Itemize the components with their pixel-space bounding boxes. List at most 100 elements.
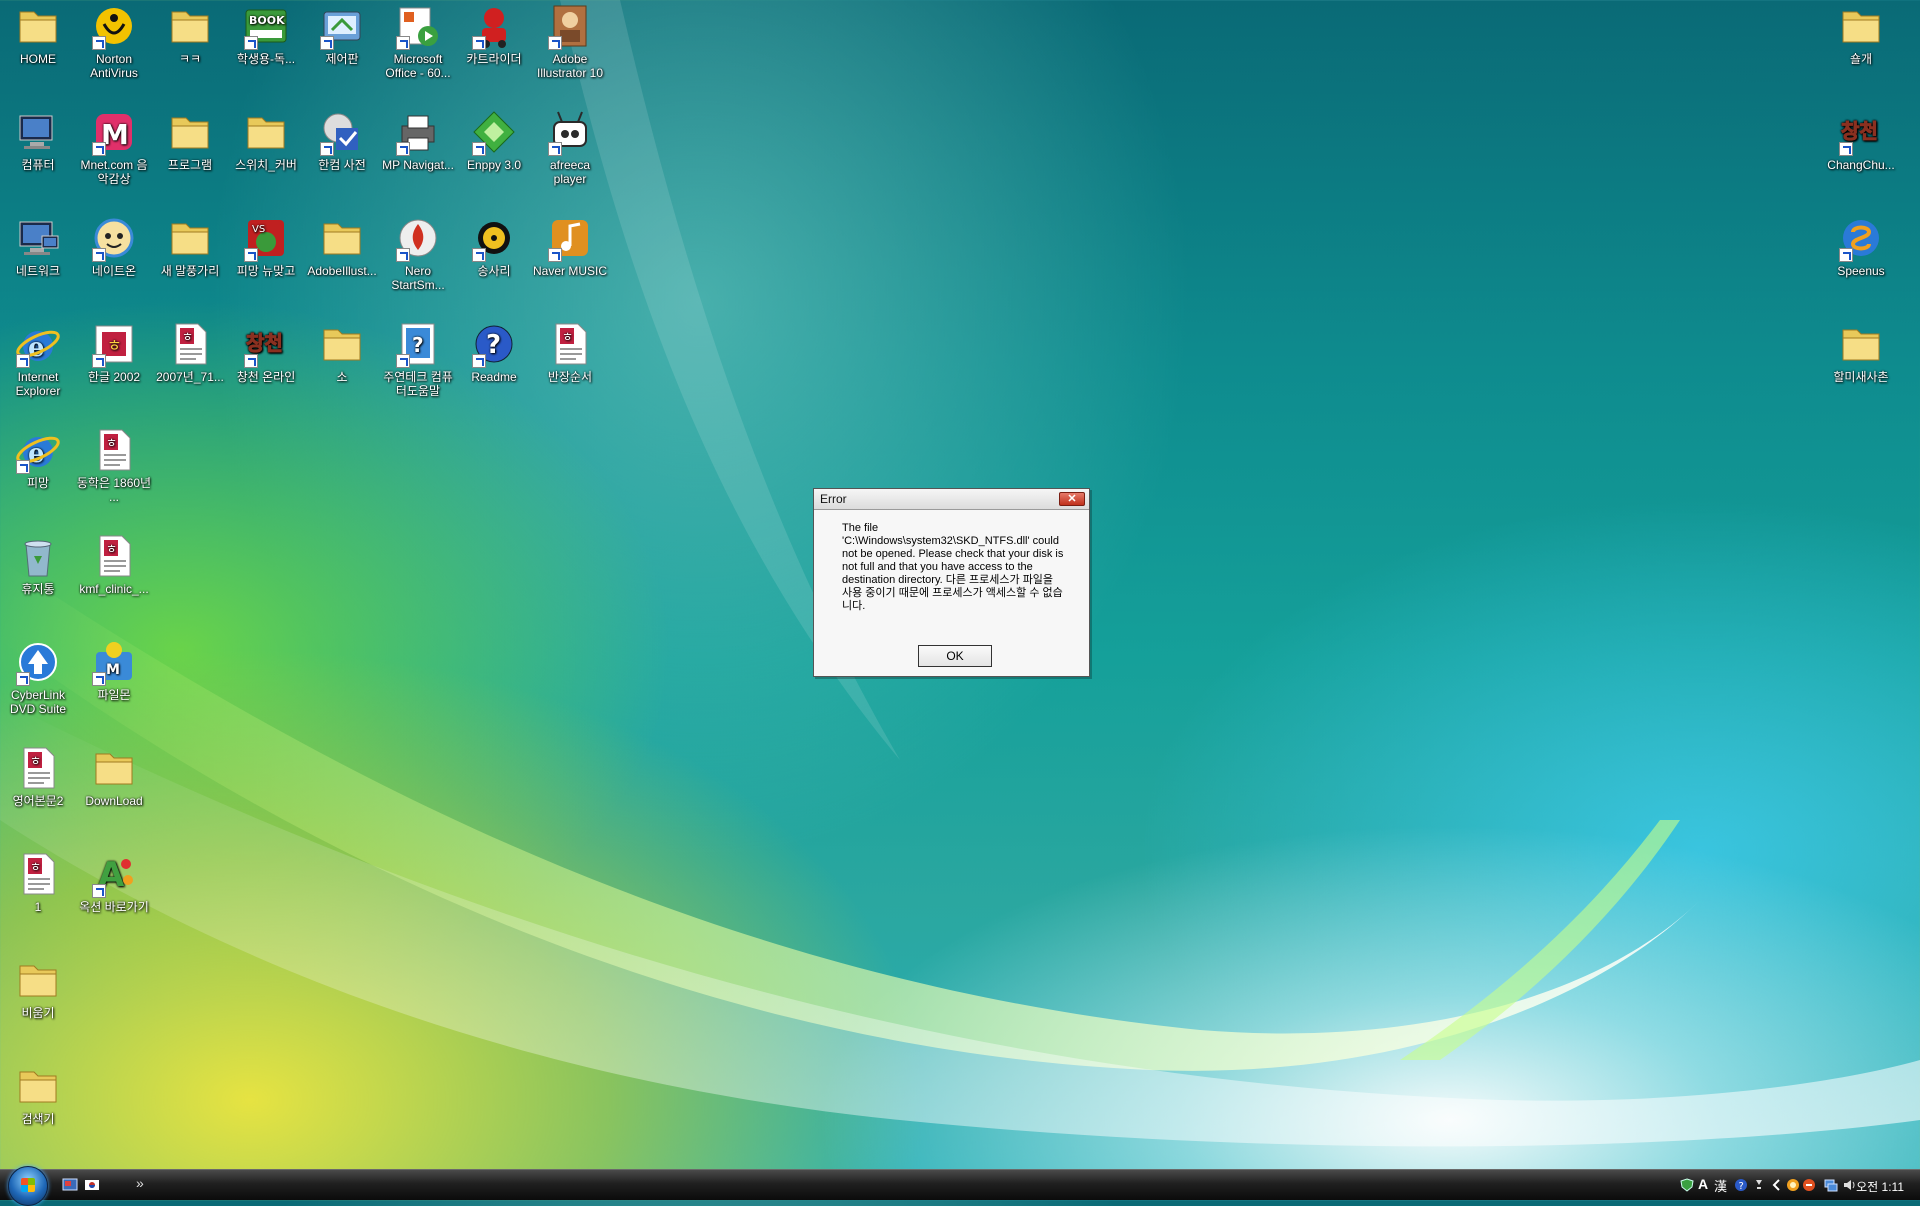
hanja-indicator[interactable]: 漢 bbox=[1714, 1176, 1728, 1194]
desktop-icon-label: ㅋㅋ bbox=[178, 52, 202, 66]
desktop-icon[interactable]: M Mnet.com 음악감상 bbox=[76, 108, 152, 186]
desktop-icon-label: 카트라이더 bbox=[466, 52, 522, 66]
hwp-document-icon: ㅎ bbox=[14, 850, 62, 898]
desktop-icon[interactable]: ㅎ 한글 2002 bbox=[76, 320, 152, 384]
desktop-icon[interactable]: 휴지통 bbox=[0, 532, 76, 596]
nateon-icon bbox=[90, 214, 138, 262]
filemon-icon: M bbox=[90, 638, 138, 686]
desktop-icon[interactable]: CyberLink DVD Suite bbox=[0, 638, 76, 716]
desktop-icon[interactable]: ㅎ 영어본문2 bbox=[0, 744, 76, 808]
help-icon[interactable]: ? bbox=[1734, 1178, 1748, 1192]
desktop-icon[interactable]: 카트라이더 bbox=[456, 2, 532, 66]
desktop-icon-label: CyberLink DVD Suite bbox=[9, 688, 67, 716]
desktop-icon[interactable]: ㅎ 반장순서 bbox=[532, 320, 608, 384]
desktop-icon[interactable]: ㅎ 2007년_71... bbox=[152, 320, 228, 384]
desktop-icon-label: 반장순서 bbox=[547, 370, 593, 384]
desktop-icon[interactable]: 창천 창천 온라인 bbox=[228, 320, 304, 385]
desktop-icon-label: Naver MUSIC bbox=[532, 264, 607, 278]
desktop-icon[interactable]: 스위치_커버 bbox=[228, 108, 304, 172]
shortcut-arrow-icon bbox=[1839, 248, 1853, 262]
desktop-icon[interactable]: 프로그램 bbox=[152, 108, 228, 172]
shortcut-arrow-icon bbox=[244, 354, 258, 368]
desktop-icon[interactable]: MP Navigat... bbox=[380, 108, 456, 172]
ie-icon: e bbox=[14, 426, 62, 474]
folder-icon bbox=[166, 2, 214, 50]
ime-options-icon[interactable] bbox=[1752, 1177, 1766, 1191]
desktop-icon-label: Microsoft Office - 60... bbox=[385, 52, 451, 80]
desktop-icon[interactable]: Nero StartSm... bbox=[380, 214, 456, 292]
desktop-icon[interactable]: 컴퓨터 bbox=[0, 108, 76, 172]
desktop-icon[interactable]: e Internet Explorer bbox=[0, 320, 76, 398]
desktop-icon[interactable]: 송사리 bbox=[456, 214, 532, 278]
desktop-icon[interactable]: 새 말풍가리 bbox=[152, 214, 228, 278]
svg-text:?: ? bbox=[486, 330, 501, 360]
desktop-icon[interactable]: Naver MUSIC bbox=[532, 214, 608, 278]
ime-mode-indicator[interactable]: A bbox=[1698, 1176, 1712, 1192]
quick-launch-desktop-icon[interactable] bbox=[62, 1177, 78, 1193]
desktop-icon[interactable]: ㅋㅋ bbox=[152, 2, 228, 66]
desktop-icon[interactable]: Enppy 3.0 bbox=[456, 108, 532, 172]
desktop-icon[interactable]: Adobe Illustrator 10 bbox=[532, 2, 608, 80]
svg-text:?: ? bbox=[412, 333, 424, 357]
desktop-icon[interactable]: 네이트온 bbox=[76, 214, 152, 278]
dialog-title: Error bbox=[820, 492, 847, 506]
desktop-icon[interactable]: AdobeIllust... bbox=[304, 214, 380, 278]
svg-text:창천: 창천 bbox=[1841, 119, 1878, 143]
close-icon[interactable]: ✕ bbox=[1059, 492, 1085, 506]
desktop-icon[interactable]: 제어판 bbox=[304, 2, 380, 66]
shortcut-arrow-icon bbox=[320, 36, 334, 50]
desktop-icon-label: Internet Explorer bbox=[15, 370, 61, 398]
desktop-icon[interactable]: Norton AntiVirus bbox=[76, 2, 152, 80]
start-button[interactable] bbox=[8, 1166, 48, 1206]
desktop-icon[interactable]: ㅎ 동학은 1860년 ... bbox=[76, 426, 152, 504]
desktop-icon[interactable]: 할미새사촌 bbox=[1823, 320, 1899, 384]
desktop-icon[interactable]: 검색기 bbox=[0, 1062, 76, 1126]
desktop-icon[interactable]: M 파일몬 bbox=[76, 638, 152, 702]
shield-icon[interactable] bbox=[1680, 1178, 1694, 1192]
desktop-icon[interactable]: 비움기 bbox=[0, 956, 76, 1020]
svg-text:VS: VS bbox=[252, 224, 265, 235]
desktop-icon[interactable]: 소 bbox=[304, 320, 380, 384]
desktop-icon[interactable]: ? Readme bbox=[456, 320, 532, 384]
svg-text:BOOK: BOOK bbox=[249, 14, 285, 27]
desktop-icon[interactable]: e 피망 bbox=[0, 426, 76, 490]
desktop-icon[interactable]: HOME bbox=[0, 2, 76, 66]
hwp-icon: ㅎ bbox=[90, 320, 138, 368]
desktop-icon-label: 창천 온라인 bbox=[236, 370, 296, 384]
desktop-icon[interactable]: VS 피망 뉴맞고 bbox=[228, 214, 304, 278]
desktop-icon-label: 영어본문2 bbox=[12, 794, 64, 808]
desktop-icon[interactable]: 한컴 사전 bbox=[304, 108, 380, 172]
desktop-icon[interactable]: Speenus bbox=[1823, 214, 1899, 278]
volume-icon[interactable] bbox=[1842, 1178, 1856, 1192]
svg-text:M: M bbox=[106, 662, 120, 678]
recycle-bin-icon bbox=[14, 532, 62, 580]
desktop-icon[interactable]: Microsoft Office - 60... bbox=[380, 2, 456, 80]
desktop-icon[interactable]: BOOK 학생용-독... bbox=[228, 2, 304, 66]
shortcut-arrow-icon bbox=[16, 460, 30, 474]
desktop-icon[interactable]: 창천 ChangChu... bbox=[1823, 108, 1899, 173]
desktop-icon[interactable]: ㅎ kmf_clinic_... bbox=[76, 532, 152, 596]
desktop-icon[interactable]: 숄개 bbox=[1823, 2, 1899, 66]
desktop-icon[interactable]: DownLoad bbox=[76, 744, 152, 808]
norton-tray-icon[interactable] bbox=[1786, 1178, 1800, 1192]
dictionary-icon bbox=[318, 108, 366, 156]
quick-launch-overflow-button[interactable]: » bbox=[136, 1175, 152, 1191]
chevron-left-icon[interactable] bbox=[1770, 1178, 1784, 1192]
quick-launch-language-icon[interactable] bbox=[84, 1177, 100, 1193]
desktop-icon[interactable]: ? 주연테크 컴퓨터도움말 bbox=[380, 320, 456, 398]
desktop-icon[interactable]: afreeca player bbox=[532, 108, 608, 186]
norton-icon bbox=[90, 2, 138, 50]
desktop-icon[interactable]: A 옥션 바로가기 bbox=[76, 850, 152, 914]
desktop-icon[interactable]: ㅎ1 bbox=[0, 850, 76, 914]
ok-button[interactable]: OK bbox=[918, 645, 992, 667]
hwp-document-icon: ㅎ bbox=[546, 320, 594, 368]
taskbar-clock[interactable]: 오전 1:11 bbox=[1856, 1178, 1904, 1195]
network-tray-icon[interactable] bbox=[1824, 1178, 1838, 1192]
app-tray-icon[interactable] bbox=[1802, 1178, 1816, 1192]
folder-icon bbox=[90, 744, 138, 792]
dialog-titlebar[interactable]: Error ✕ bbox=[814, 489, 1089, 510]
folder-icon bbox=[14, 956, 62, 1004]
kartrider-icon bbox=[470, 2, 518, 50]
desktop-icon[interactable]: 네트워크 bbox=[0, 214, 76, 278]
error-dialog: Error ✕ The file 'C:\Windows\system32\SK… bbox=[813, 488, 1090, 677]
